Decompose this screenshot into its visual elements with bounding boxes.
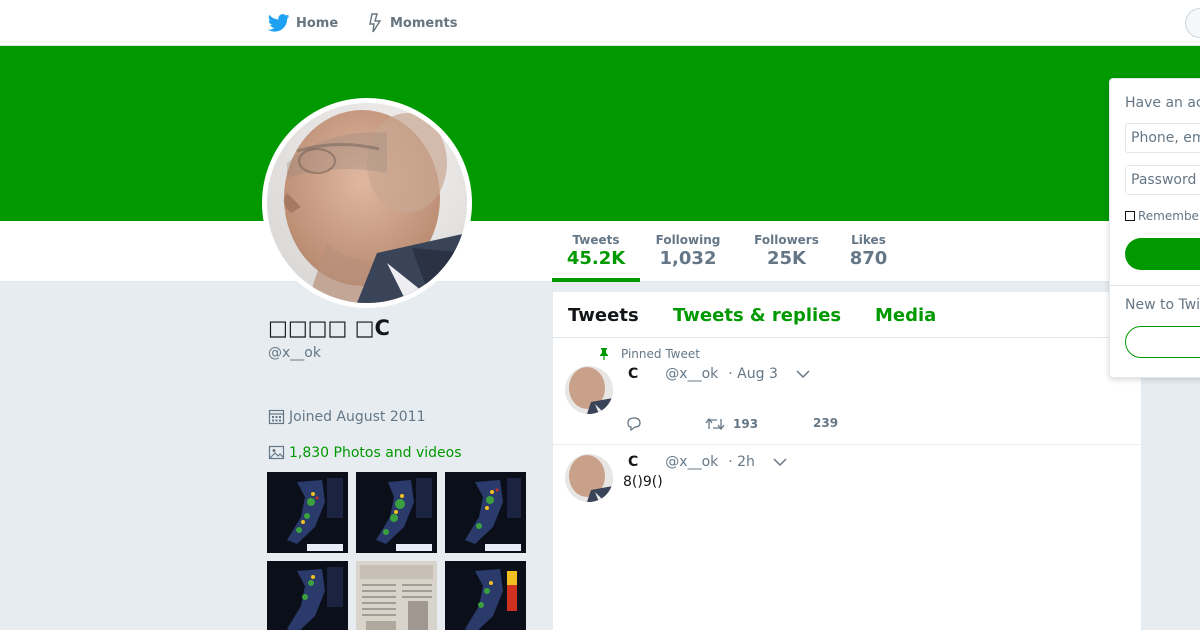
chevron-down-icon[interactable] [773,457,787,467]
stat-likes[interactable]: Likes 870 [843,233,894,269]
tweet[interactable]: C @x__ok · 2h 8()9() [553,446,1141,630]
twitter-bird-icon [268,14,290,32]
avatar-photo [267,103,467,303]
login-title: Have an ac [1125,95,1200,111]
stat-value: 870 [849,248,888,269]
stat-value: 25K [767,248,806,269]
photos-videos-text: 1,830 Photos and videos [289,444,462,461]
timeline-tabs: Tweets Tweets & replies Media [553,292,1141,338]
photo-thumbnail[interactable] [445,561,526,630]
checkbox-box[interactable] [1125,211,1135,221]
photo-thumbnail[interactable] [445,472,526,553]
tweet-header: C @x__ok · Aug 3 [628,366,810,382]
lightning-icon [369,13,382,33]
photo-thumbnail[interactable] [356,472,437,553]
nav-moments-label: Moments [390,15,458,31]
like-count: 239 [813,416,839,430]
stat-label: Tweets [572,233,620,247]
nav-home[interactable]: Home [268,0,338,46]
stat-value: 1,032 [659,248,717,269]
stat-label: Following [655,233,721,247]
profile-stats-bar: Tweets 45.2K Following 1,032 Followers 2… [0,221,1200,282]
reply-icon [627,417,641,432]
chevron-down-icon[interactable] [796,369,810,379]
stat-following[interactable]: Following 1,032 [648,233,728,269]
stat-tweets[interactable]: Tweets 45.2K [552,233,640,269]
user-menu-avatar[interactable] [1185,8,1200,38]
tweet-author-name[interactable]: C [628,366,638,382]
calendar-icon [268,409,285,425]
reply-button[interactable] [625,416,643,432]
photo-thumbnail[interactable] [267,472,348,553]
tweet-text: 8()9() [623,474,663,490]
tweet[interactable]: Pinned Tweet C @x__ok · Aug 3 193 239 [553,338,1141,445]
phone-email-input[interactable] [1125,123,1200,153]
new-to-twitter-text: New to Twi [1125,297,1200,313]
retweet-count: 193 [733,417,759,431]
photos-videos-link[interactable]: 1,830 Photos and videos [268,444,462,461]
timeline: Tweets Tweets & replies Media Pinned Twe… [553,292,1141,630]
stat-label: Likes [851,233,886,247]
tweet-avatar[interactable] [565,366,613,414]
profile-avatar[interactable] [262,98,472,308]
profile-name: □□□□ □C [268,316,390,340]
tab-tweets[interactable]: Tweets [568,305,639,326]
login-dropdown: Have an ac Remember New to Twi [1109,78,1200,378]
tweet-timestamp[interactable]: · 2h [728,454,755,470]
profile-handle[interactable]: @x__ok [268,345,321,361]
tweet-author-handle[interactable]: @x__ok [665,454,718,470]
photo-thumbnail[interactable] [356,561,437,630]
stat-value: 45.2K [566,248,626,269]
joined-date: Joined August 2011 [268,408,425,425]
remember-me-checkbox[interactable]: Remember [1125,209,1200,223]
nav-moments[interactable]: Moments [368,0,457,46]
tweet-avatar[interactable] [565,454,613,502]
retweet-icon [705,417,725,431]
profile-banner [0,46,1200,221]
tweet-author-handle[interactable]: @x__ok [665,366,718,382]
active-stat-underline [552,278,640,282]
stat-followers[interactable]: Followers 25K [748,233,825,269]
stat-label: Followers [754,233,819,247]
retweet-button[interactable]: 193 [705,416,758,432]
photo-icon [268,445,285,460]
divider [1110,285,1200,286]
pin-icon [600,348,608,360]
like-button[interactable]: 239 [813,416,838,430]
login-button[interactable] [1125,238,1200,270]
signup-button[interactable] [1125,326,1200,358]
password-input[interactable] [1125,165,1200,195]
pinned-text: Pinned Tweet [621,347,700,361]
tweet-timestamp[interactable]: · Aug 3 [728,366,778,382]
top-navigation: Home Moments [0,0,1200,46]
remember-label: Remember [1138,209,1200,223]
tab-tweets-replies[interactable]: Tweets & replies [673,305,841,326]
tab-media[interactable]: Media [875,305,936,326]
tweet-author-name[interactable]: C [628,454,638,470]
tweet-header: C @x__ok · 2h [628,454,787,470]
pinned-tweet-label: Pinned Tweet [599,347,700,361]
joined-text: Joined August 2011 [289,408,426,425]
nav-home-label: Home [296,15,339,31]
photo-thumbnail[interactable] [267,561,348,630]
